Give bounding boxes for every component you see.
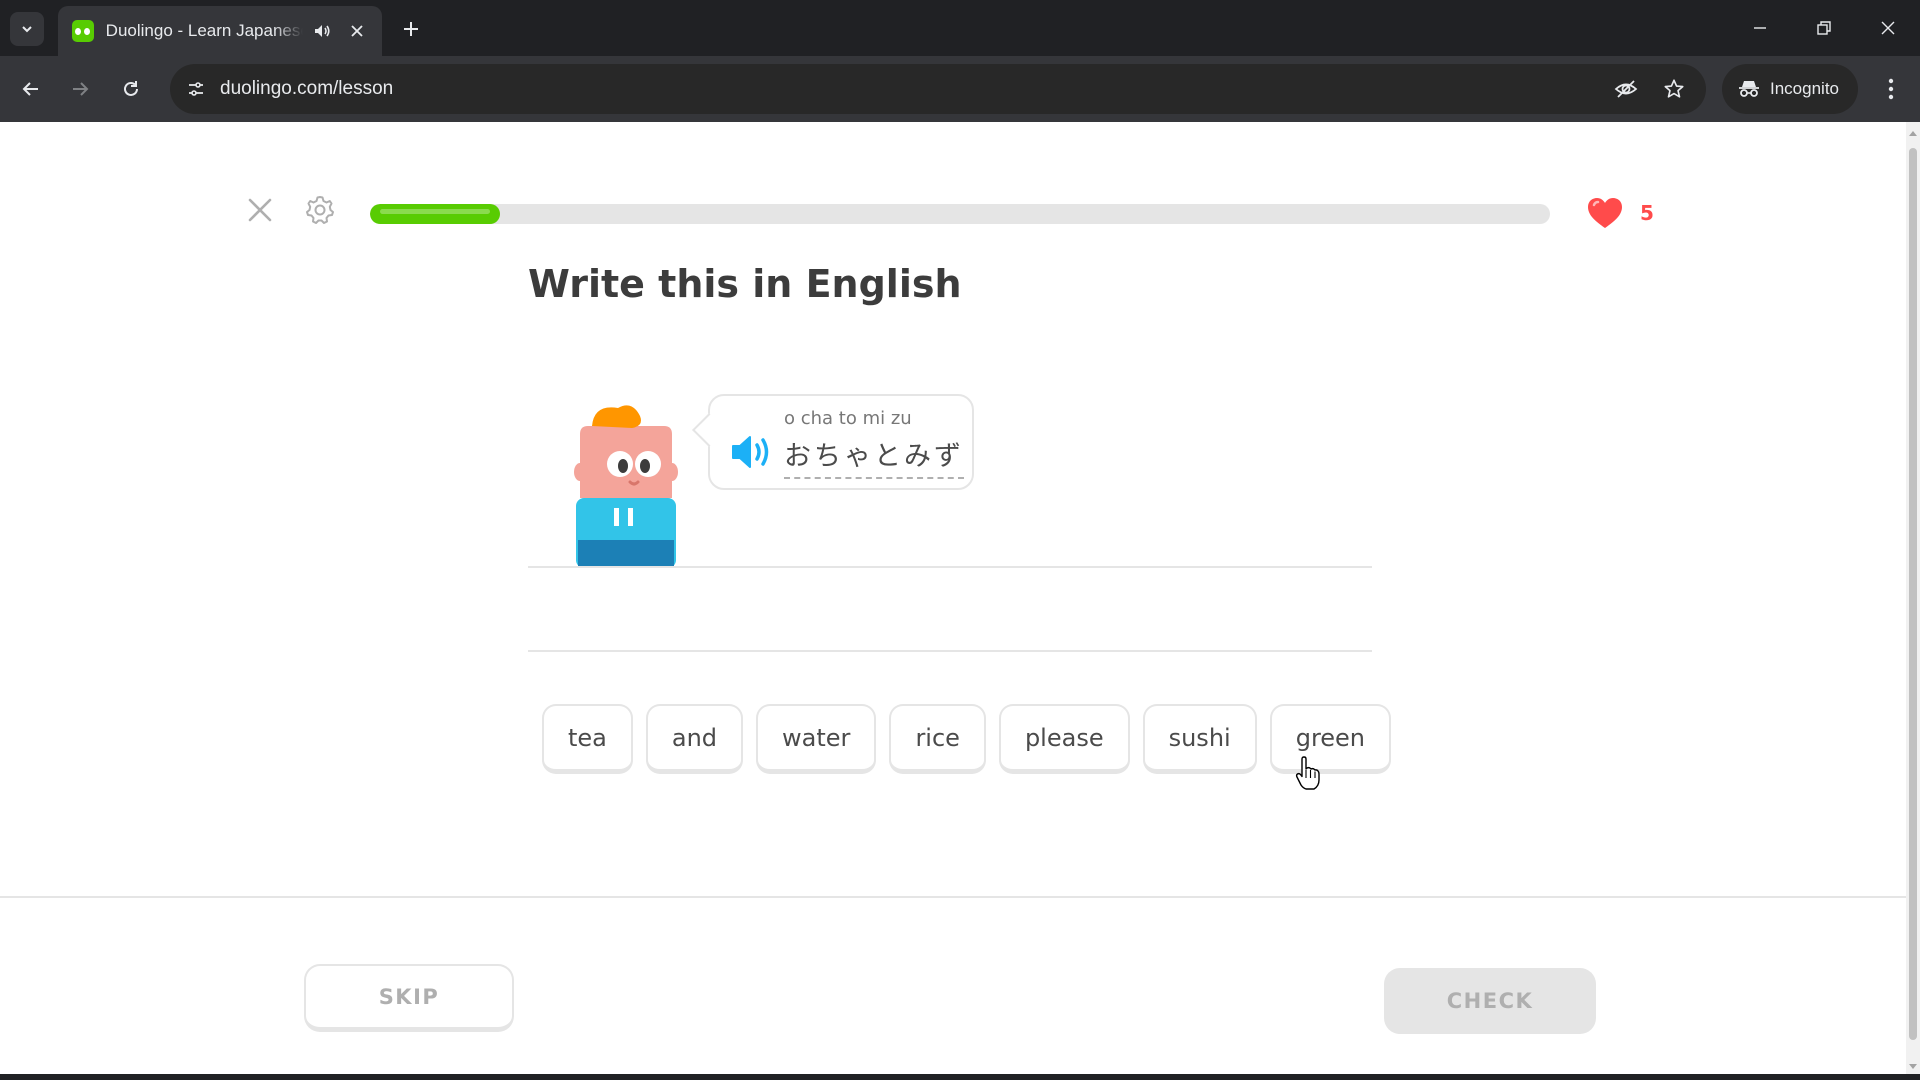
answer-line xyxy=(528,566,1372,568)
duolingo-owl-icon xyxy=(72,20,94,42)
back-arrow-icon xyxy=(22,82,38,96)
incognito-icon xyxy=(1739,81,1759,97)
new-tab-button[interactable] xyxy=(396,14,426,44)
lesson-progress-bar xyxy=(370,204,1550,224)
word-bank: tea and water rice please sushi green xyxy=(542,704,1392,774)
restore-button[interactable] xyxy=(1804,10,1844,46)
hearts-counter[interactable]: 5 xyxy=(1586,196,1654,230)
scroll-up-icon[interactable] xyxy=(1908,128,1918,138)
restore-icon xyxy=(1817,21,1831,35)
prompt-romaji: o cha to mi zu xyxy=(784,408,912,429)
kebab-menu-icon xyxy=(1888,78,1894,100)
reload-button[interactable] xyxy=(114,72,148,106)
browser-tab-bar: Duolingo - Learn Japanese xyxy=(0,0,1920,56)
speaker-icon[interactable] xyxy=(311,20,333,42)
word-tile[interactable]: tea xyxy=(542,704,633,774)
word-tile[interactable]: please xyxy=(998,704,1130,774)
check-button[interactable]: CHECK xyxy=(1384,968,1596,1034)
close-icon xyxy=(1881,21,1895,35)
incognito-indicator[interactable]: Incognito xyxy=(1722,64,1858,114)
minimize-button[interactable] xyxy=(1740,10,1780,46)
footer-divider xyxy=(0,896,1906,898)
challenge-title: Write this in English xyxy=(528,262,962,306)
word-tile[interactable]: green xyxy=(1269,704,1392,774)
chevron-down-icon xyxy=(22,26,32,33)
minimize-icon xyxy=(1754,27,1766,29)
forward-arrow-icon xyxy=(73,82,89,96)
tab-title: Duolingo - Learn Japanese xyxy=(105,21,303,40)
browser-menu-button[interactable] xyxy=(1876,72,1906,106)
lesson-progress-fill xyxy=(370,204,500,224)
word-tile[interactable]: sushi xyxy=(1142,704,1257,774)
window-close-button[interactable] xyxy=(1868,10,1908,46)
speaker-icon xyxy=(732,436,769,468)
site-info-icon[interactable] xyxy=(180,73,212,105)
forward-button[interactable] xyxy=(63,72,97,106)
skip-button[interactable]: SKIP xyxy=(304,964,514,1032)
close-lesson-button[interactable] xyxy=(242,192,278,228)
lesson-character-illustration xyxy=(574,405,678,568)
word-tile[interactable]: and xyxy=(645,704,744,774)
url-text[interactable]: duolingo.com/lesson xyxy=(220,78,393,100)
page-scrollbar[interactable] xyxy=(1906,122,1920,1080)
speech-bubble: o cha to mi zu おちゃとみず xyxy=(708,394,974,490)
reload-icon xyxy=(124,81,138,96)
word-tile[interactable]: rice xyxy=(889,704,986,774)
word-tile[interactable]: water xyxy=(756,704,877,774)
close-icon xyxy=(248,198,272,222)
gear-icon xyxy=(306,196,334,224)
plus-icon xyxy=(404,22,418,36)
browser-tab[interactable]: Duolingo - Learn Japanese xyxy=(58,6,382,56)
settings-button[interactable] xyxy=(302,192,338,228)
star-icon[interactable] xyxy=(1660,75,1688,103)
heart-icon xyxy=(1588,198,1622,228)
speaker-button[interactable] xyxy=(730,432,774,472)
window-bottom-edge xyxy=(0,1074,1920,1080)
hand-pointer-icon xyxy=(1295,756,1320,790)
tab-search-button[interactable] xyxy=(10,12,44,46)
close-icon[interactable] xyxy=(346,20,368,42)
answer-line xyxy=(528,650,1372,652)
back-button[interactable] xyxy=(14,72,48,106)
address-bar[interactable]: duolingo.com/lesson xyxy=(170,64,1706,114)
prompt-japanese-text[interactable]: おちゃとみず xyxy=(784,434,964,479)
scrollbar-thumb[interactable] xyxy=(1909,148,1917,1040)
hearts-count: 5 xyxy=(1640,201,1654,225)
browser-toolbar: duolingo.com/lesson Incognito xyxy=(0,56,1920,122)
incognito-label: Incognito xyxy=(1770,79,1839,98)
lesson-page: 5 Write this in English o cha to mi zu お… xyxy=(0,122,1906,1080)
eye-slash-icon[interactable] xyxy=(1612,75,1640,103)
scroll-down-icon[interactable] xyxy=(1908,1062,1918,1072)
